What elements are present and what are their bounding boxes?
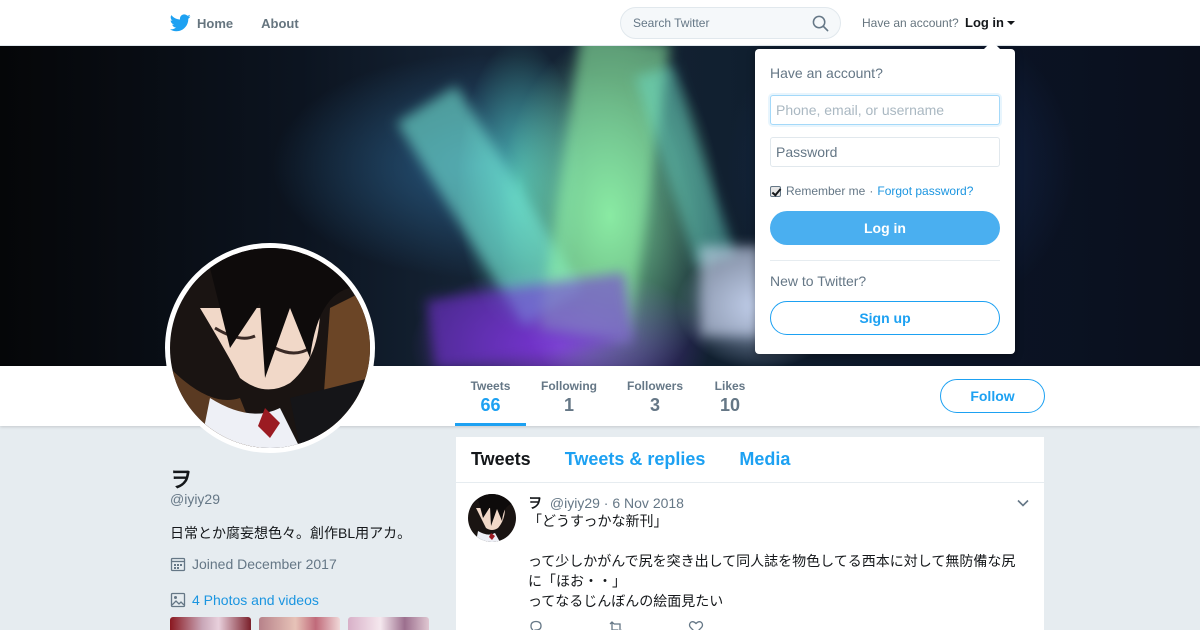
nav-home-label: Home (197, 15, 234, 31)
tweet-timeline: Tweets Tweets & replies Media ヲ @iyiy29 … (456, 437, 1044, 630)
stat-value: 3 (649, 395, 660, 415)
tweet-avatar-illustration (468, 494, 516, 542)
like-icon[interactable] (688, 619, 704, 630)
tweet-date[interactable]: 6 Nov 2018 (612, 495, 684, 511)
photo-thumbnail[interactable] (348, 617, 429, 630)
forgot-password-link[interactable]: Forgot password? (877, 184, 973, 198)
profile-avatar[interactable] (165, 243, 375, 453)
stat-value: 66 (480, 395, 501, 415)
stat-likes[interactable]: Likes 10 (708, 366, 752, 426)
stat-value: 1 (563, 395, 574, 415)
tweet-separator: · (603, 495, 609, 511)
login-dropdown-toggle[interactable]: Log in (965, 15, 1015, 30)
remember-me-label[interactable]: Remember me (786, 184, 865, 198)
signup-button[interactable]: Sign up (770, 301, 1000, 335)
stat-tweets[interactable]: Tweets 66 (455, 366, 526, 426)
tweet-author-handle[interactable]: @iyiy29 (550, 495, 600, 511)
banner-light-streak (426, 272, 634, 366)
search-input[interactable] (633, 16, 803, 30)
dropdown-arrow (984, 41, 1000, 49)
timeline-tabs: Tweets Tweets & replies Media (456, 437, 1044, 483)
profile-bio: 日常とか腐妄想色々。創作BL用アカ。 (170, 525, 412, 541)
stat-label: Followers (626, 379, 683, 393)
photos-videos-link[interactable]: 4 Photos and videos (170, 592, 319, 608)
retweet-icon[interactable] (608, 619, 624, 630)
caret-down-icon (1007, 21, 1015, 25)
follow-button[interactable]: Follow (940, 379, 1045, 413)
photo-thumbnails (170, 617, 437, 630)
login-dropdown: Have an account? Remember me · Forgot pa… (755, 41, 1015, 354)
stat-followers[interactable]: Followers 3 (622, 366, 688, 426)
photo-icon (170, 592, 186, 608)
joined-label: Joined December 2017 (192, 556, 337, 572)
password-field[interactable] (770, 137, 1000, 167)
profile-handle[interactable]: @iyiy29 (170, 491, 220, 507)
login-button[interactable]: Log in (770, 211, 1000, 245)
search-box (620, 7, 841, 39)
tab-media[interactable]: Media (739, 449, 790, 470)
photos-label: 4 Photos and videos (192, 592, 319, 608)
remember-me-checkbox[interactable] (770, 185, 781, 197)
photo-thumbnail[interactable] (259, 617, 340, 630)
dropdown-divider (770, 260, 1000, 261)
remember-row: Remember me · Forgot password? (770, 184, 1000, 198)
login-dropdown-title: Have an account? (770, 65, 883, 81)
stat-label: Likes (714, 379, 746, 393)
photo-thumbnail[interactable] (170, 617, 251, 630)
nav-home-link[interactable]: Home (170, 14, 233, 32)
tweet-item[interactable]: ヲ @iyiy29 · 6 Nov 2018 「どうすっかな新刊」 って少しかが… (456, 483, 1044, 630)
nav-about-label: About (261, 15, 299, 31)
reply-icon[interactable] (528, 619, 544, 630)
have-account-text: Have an account? (862, 16, 959, 30)
new-to-twitter-text: New to Twitter? (770, 273, 867, 289)
stat-label: Tweets (470, 379, 511, 393)
stat-following[interactable]: Following 1 (536, 366, 602, 426)
avatar-illustration (170, 248, 370, 448)
tweet-author-name[interactable]: ヲ (528, 495, 542, 511)
stat-value: 10 (719, 395, 741, 415)
tweet-header: ヲ @iyiy29 · 6 Nov 2018 (528, 493, 1029, 511)
username-field[interactable] (770, 95, 1000, 125)
tab-tweets-replies[interactable]: Tweets & replies (565, 449, 706, 470)
stat-label: Following (541, 379, 597, 393)
tweet-text: 「どうすっかな新刊」 って少しかがんで尻を突き出して同人誌を物色してる西本に対し… (528, 513, 1016, 609)
nav-about-link[interactable]: About (261, 16, 299, 31)
top-navigation-bar: Home About Have an account? Log in (0, 0, 1200, 46)
profile-joined-date: Joined December 2017 (170, 556, 337, 572)
tweet-actions (528, 619, 1029, 630)
profile-name: ヲ (170, 467, 193, 492)
chevron-down-icon[interactable] (1016, 496, 1030, 510)
nav-links: Home About (170, 0, 327, 46)
search-icon[interactable] (812, 15, 829, 32)
tweet-avatar[interactable] (468, 494, 516, 542)
twitter-bird-icon (170, 14, 191, 32)
login-toggle-label: Log in (965, 15, 1004, 30)
calendar-icon (170, 557, 186, 572)
tab-tweets[interactable]: Tweets (471, 449, 531, 470)
remember-separator: · (869, 184, 874, 198)
